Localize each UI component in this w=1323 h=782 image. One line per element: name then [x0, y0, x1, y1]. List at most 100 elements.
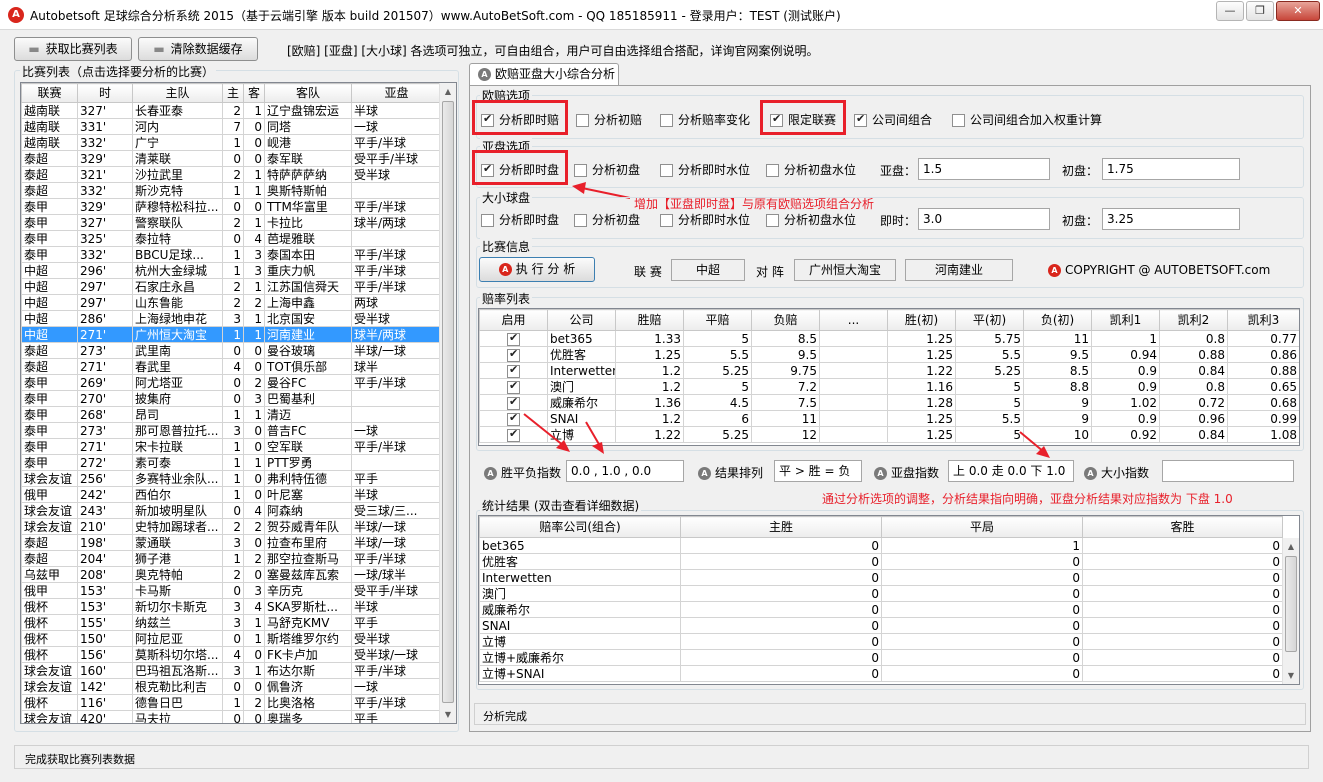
odds-row[interactable]: 威廉希尔1.364.57.5 1.28591.020.720.68	[479, 394, 1299, 411]
odds-column-header[interactable]: ...	[819, 309, 888, 331]
clear-cache-button[interactable]: ▬ 清除数据缓存	[138, 37, 258, 61]
asian-option-2[interactable]: 分析即时水位	[660, 161, 750, 178]
match-row[interactable]: 泰超 329' 清莱联 0 0 泰军联 受平手/半球	[21, 150, 442, 167]
match-row[interactable]: 泰超 273' 武里南 0 0 曼谷玻璃 半球/一球	[21, 342, 442, 359]
stats-row[interactable]: 威廉希尔 0 0 0	[479, 601, 1283, 618]
close-button[interactable]: ✕	[1276, 1, 1320, 21]
match-list[interactable]: 联赛时主队主客客队 亚盘 越南联 327' 长春亚泰 2 1 辽宁盘锦宏运 半球 越南联 331'…	[20, 82, 457, 724]
match-row[interactable]: 泰甲 325' 泰拉特 0 4 芭堤雅联	[21, 230, 442, 247]
checkbox-icon[interactable]	[507, 412, 520, 426]
run-analysis-button[interactable]: A执 行 分 析	[479, 257, 595, 282]
checkbox-icon[interactable]	[766, 164, 779, 177]
match-row[interactable]: 泰甲 329' 萨穆特松科拉... 0 0 TTM华富里 平手/半球	[21, 198, 442, 215]
checkbox-icon[interactable]	[574, 214, 587, 227]
match-row[interactable]: 俄甲 153' 卡马斯 0 3 辛历克 受平手/半球	[21, 582, 442, 599]
stats-row[interactable]: 澳门 0 0 0	[479, 585, 1283, 602]
ou-init-input[interactable]: 3.25	[1102, 208, 1240, 230]
match-row[interactable]: 泰甲 273' 那可恩普拉托... 3 0 普吉FC 一球	[21, 422, 442, 439]
asian-option-1[interactable]: 分析初盘	[574, 161, 640, 178]
stats-row[interactable]: 优胜客 0 0 0	[479, 553, 1283, 570]
scroll-up-icon[interactable]: ▲	[1283, 538, 1299, 555]
checkbox-icon[interactable]	[507, 380, 520, 394]
checkbox-icon[interactable]	[660, 214, 673, 227]
checkbox-icon[interactable]	[660, 164, 673, 177]
tab-analysis[interactable]: A 欧赔亚盘大小综合分析	[469, 63, 619, 86]
checkbox-icon[interactable]	[507, 332, 520, 346]
odds-row[interactable]: bet3651.3358.51.255.751110.80.77	[479, 330, 1299, 347]
scroll-down-icon[interactable]: ▼	[440, 706, 456, 723]
stats-row[interactable]: bet365 0 1 0	[479, 537, 1283, 554]
match-row[interactable]: 泰甲 271' 宋卡拉联 1 0 空军联 平手/半球	[21, 438, 442, 455]
match-row[interactable]: 球会友谊 243' 新加坡明星队 0 4 阿森纳 受三球/三...	[21, 502, 442, 519]
odds-enable-cell[interactable]	[479, 346, 548, 363]
ou-option-1[interactable]: 分析初盘	[574, 211, 640, 228]
match-list-scrollbar[interactable]: ▲ ▼	[439, 83, 456, 723]
match-row[interactable]: 球会友谊 256' 多赛特业余队... 1 0 弗利特伍德 平手	[21, 470, 442, 487]
scroll-thumb[interactable]	[1285, 556, 1297, 652]
scroll-thumb[interactable]	[442, 101, 454, 703]
odds-row[interactable]: Interwetten1.25.259.751.225.258.50.90.84…	[479, 362, 1299, 379]
odds-enable-cell[interactable]	[479, 378, 548, 395]
match-row[interactable]: 俄杯 150' 阿拉尼亚 0 1 斯塔维罗尔约 受半球	[21, 630, 442, 647]
match-row[interactable]: 中超 297' 山东鲁能 2 2 上海申鑫 两球	[21, 294, 442, 311]
result-order-value[interactable]: 平 > 胜 = 负	[774, 460, 862, 482]
odds-row[interactable]: 优胜客1.255.59.51.255.59.50.940.880.86	[479, 346, 1299, 363]
stats-row[interactable]: SNAI 0 0 0	[479, 617, 1283, 634]
ou-option-3[interactable]: 分析初盘水位	[766, 211, 856, 228]
euro-option-4[interactable]: 公司间组合	[854, 111, 932, 128]
euro-option-1[interactable]: 分析初赔	[576, 111, 642, 128]
minimize-button[interactable]: —	[1216, 1, 1244, 21]
odds-column-header[interactable]: 凯利1	[1091, 309, 1160, 331]
checkbox-icon[interactable]	[576, 114, 589, 127]
checkbox-icon[interactable]	[660, 114, 673, 127]
match-column-header[interactable]: 亚盘	[351, 83, 442, 103]
stats-column-header[interactable]: 赔率公司(组合)	[479, 516, 681, 538]
match-row[interactable]: 泰超 271' 春武里 4 0 TOT俱乐部 球半	[21, 358, 442, 375]
checkbox-icon[interactable]	[507, 428, 520, 442]
stats-column-header[interactable]: 主胜	[680, 516, 882, 538]
match-row[interactable]: 球会友谊 210' 史特加踢球者... 2 2 贺芬威青年队 半球/一球	[21, 518, 442, 535]
odds-column-header[interactable]: 负(初)	[1023, 309, 1092, 331]
match-row[interactable]: 俄甲 242' 西伯尔 1 0 叶尼塞 半球	[21, 486, 442, 503]
checkbox-icon[interactable]	[481, 214, 494, 227]
match-row[interactable]: 泰甲 270' 披集府 0 3 巴蜀基利	[21, 390, 442, 407]
checkbox-icon[interactable]	[766, 214, 779, 227]
match-row[interactable]: 中超 297' 石家庄永昌 2 1 江苏国信舜天 平手/半球	[21, 278, 442, 295]
match-row[interactable]: 泰甲 332' BBCU足球... 1 3 泰国本田 平手/半球	[21, 246, 442, 263]
odds-column-header[interactable]: 启用	[479, 309, 548, 331]
odds-column-header[interactable]: 凯利2	[1159, 309, 1228, 331]
ou-option-2[interactable]: 分析即时水位	[660, 211, 750, 228]
match-column-header[interactable]: 主	[222, 83, 244, 103]
odds-column-header[interactable]: 平赔	[683, 309, 752, 331]
match-row[interactable]: 越南联 327' 长春亚泰 2 1 辽宁盘锦宏运 半球	[21, 102, 442, 119]
match-column-header[interactable]: 联赛	[21, 83, 78, 103]
match-row[interactable]: 球会友谊 420' 马夫拉 0 0 奥瑞多 平手	[21, 710, 442, 723]
asian-option-3[interactable]: 分析初盘水位	[766, 161, 856, 178]
wdl-index-value[interactable]: 0.0 , 1.0 , 0.0	[566, 460, 684, 482]
asian-init-input[interactable]: 1.75	[1102, 158, 1240, 180]
odds-column-header[interactable]: 胜(初)	[887, 309, 956, 331]
match-column-header[interactable]: 时	[77, 83, 133, 103]
odds-column-header[interactable]: 胜赔	[615, 309, 684, 331]
match-column-header[interactable]: 客队	[264, 83, 352, 103]
match-row[interactable]: 俄杯 155' 纳兹兰 3 1 马舒克KMV 平手	[21, 614, 442, 631]
match-row[interactable]: 中超 271' 广州恒大淘宝 1 1 河南建业 球半/两球	[21, 326, 442, 343]
match-row[interactable]: 中超 286' 上海绿地申花 3 1 北京国安 受半球	[21, 310, 442, 327]
odds-row[interactable]: 澳门1.257.21.1658.80.90.80.65	[479, 378, 1299, 395]
stats-row[interactable]: 立博+SNAI 0 0 0	[479, 665, 1283, 682]
stats-column-header[interactable]: 平局	[881, 516, 1083, 538]
checkbox-icon[interactable]	[507, 364, 520, 378]
match-row[interactable]: 泰甲 269' 阿尤塔亚 0 2 曼谷FC 平手/半球	[21, 374, 442, 391]
match-row[interactable]: 乌兹甲 208' 奥克特帕 2 0 塞曼兹库瓦索 一球/球半	[21, 566, 442, 583]
ou-live-input[interactable]: 3.0	[918, 208, 1050, 230]
odds-column-header[interactable]: 负赔	[751, 309, 820, 331]
match-row[interactable]: 泰超 198' 蒙通联 3 0 拉查布里府 半球/一球	[21, 534, 442, 551]
match-row[interactable]: 越南联 332' 广宁 1 0 岘港 平手/半球	[21, 134, 442, 151]
checkbox-icon[interactable]	[854, 112, 867, 127]
ou-option-0[interactable]: 分析即时盘	[481, 211, 559, 228]
stats-table-container[interactable]: 赔率公司(组合) 主胜 平局 客胜 bet365 0 1 0 优胜客 0 0 0 Interwette…	[478, 515, 1300, 685]
scroll-down-icon[interactable]: ▼	[1283, 667, 1299, 684]
fetch-matches-button[interactable]: ▬ 获取比赛列表	[14, 37, 132, 61]
match-column-header[interactable]: 客	[243, 83, 265, 103]
euro-option-5[interactable]: 公司间组合加入权重计算	[952, 111, 1102, 128]
